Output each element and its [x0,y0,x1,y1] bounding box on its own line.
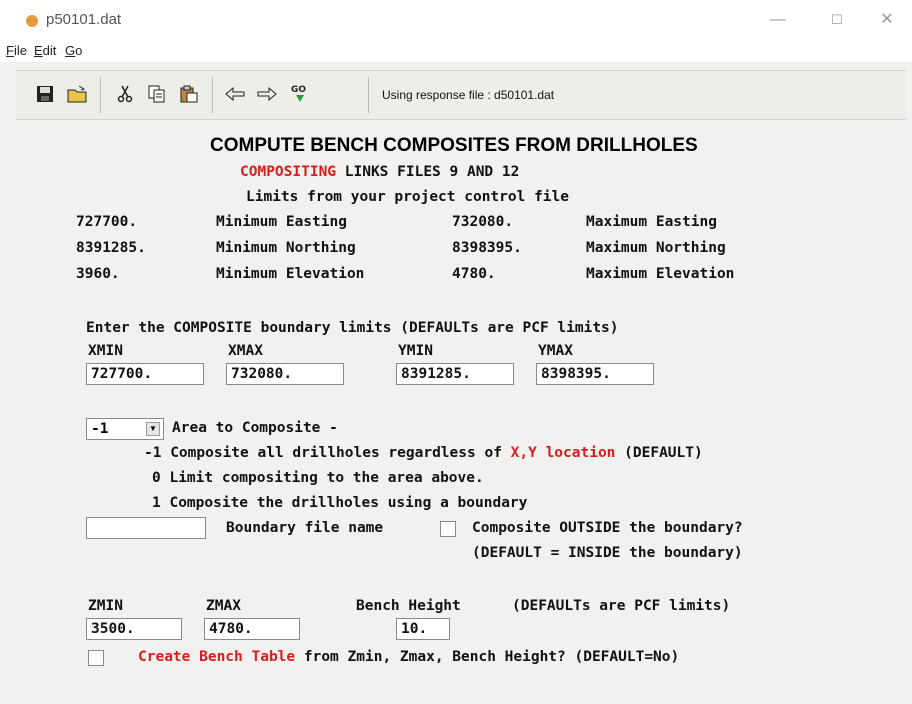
area-select-value: -1 [91,421,109,437]
menu-bar: File Edit Go [0,40,912,62]
svg-text:GO: GO [291,85,306,95]
xmax-input[interactable]: 732080. [226,363,344,385]
bench-height-input[interactable]: 10. [396,618,450,640]
ymax-label: YMAX [538,343,573,359]
xmin-label: XMIN [88,343,123,359]
menu-go[interactable]: Go [65,43,82,58]
pcf-max-northing-label: Maximum Northing [586,240,726,256]
pcf-max-easting: 732080. [452,214,514,230]
boundary-default-note: (DEFAULT = INSIDE the boundary) [472,545,743,561]
create-bench-table-rest: from Zmin, Zmax, Bench Height? (DEFAULT=… [295,649,680,665]
area-option-default: (DEFAULT) [615,445,703,461]
create-bench-table-label: Create Bench Table from Zmin, Zmax, Benc… [138,649,679,665]
boundary-file-label: Boundary file name [226,520,384,536]
create-bench-table-highlight: Create Bench Table [138,649,296,665]
area-to-composite-label: Area to Composite - [172,420,338,436]
toolbar-separator [368,77,369,113]
pcf-min-easting: 727700. [76,214,138,230]
title-bar: p50101.dat — ☐ ✕ [0,0,912,40]
minimize-button[interactable]: — [763,7,793,33]
pcf-max-easting-label: Maximum Easting [586,214,717,230]
pcf-min-elevation: 3960. [76,266,120,282]
bench-height-label: Bench Height [356,598,461,614]
create-bench-table-checkbox[interactable] [88,650,104,666]
subtitle: COMPOSITING LINKS FILES 9 AND 12 [240,164,519,180]
copy-icon[interactable] [144,81,170,107]
zmin-input[interactable]: 3500. [86,618,182,640]
pcf-min-northing: 8391285. [76,240,146,256]
zmax-input[interactable]: 4780. [204,618,300,640]
maximize-button[interactable]: ☐ [822,7,852,33]
area-option-zero: 0 Limit compositing to the area above. [152,470,484,486]
boundary-file-input[interactable] [86,517,206,539]
xmax-label: XMAX [228,343,263,359]
zmin-label: ZMIN [88,598,123,614]
close-button[interactable]: ✕ [872,7,902,33]
forward-arrow-icon[interactable] [254,81,280,107]
save-icon[interactable] [32,81,58,107]
pcf-max-elevation-label: Maximum Elevation [586,266,735,282]
zmax-label: ZMAX [206,598,241,614]
area-option-highlight: X,Y location [510,445,616,461]
page-title: COMPUTE BENCH COMPOSITES FROM DRILLHOLES [210,135,698,156]
pcf-max-elevation: 4780. [452,266,496,282]
area-option-one: 1 Composite the drillholes using a bound… [152,495,528,511]
open-folder-icon[interactable] [64,81,90,107]
pcf-min-northing-label: Minimum Northing [216,240,356,256]
cut-icon[interactable] [112,81,138,107]
pcf-max-northing: 8398395. [452,240,522,256]
go-icon[interactable]: GO [288,81,314,107]
subtitle-rest: LINKS FILES 9 AND 12 [336,164,520,180]
ymin-label: YMIN [398,343,433,359]
paste-icon[interactable] [176,81,202,107]
chevron-down-icon[interactable]: ▼ [146,422,160,436]
xmin-input[interactable]: 727700. [86,363,204,385]
composite-limits-prompt: Enter the COMPOSITE boundary limits (DEF… [86,320,619,336]
toolbar-separator [100,77,101,113]
bench-defaults-note: (DEFAULTs are PCF limits) [512,598,731,614]
pcf-min-elevation-label: Minimum Elevation [216,266,365,282]
outside-boundary-checkbox[interactable] [440,521,456,537]
outside-boundary-label: Composite OUTSIDE the boundary? [472,520,743,536]
subtitle-highlight: COMPOSITING [240,164,337,180]
ymax-input[interactable]: 8398395. [536,363,654,385]
toolbar-separator [212,77,213,113]
area-option-minus-one: -1 Composite all drillholes regardless o… [144,445,703,461]
menu-file[interactable]: File [6,43,27,58]
app-icon [26,15,38,27]
back-arrow-icon[interactable] [222,81,248,107]
ymin-input[interactable]: 8391285. [396,363,514,385]
window-title: p50101.dat [46,11,122,28]
menu-edit[interactable]: Edit [34,43,56,58]
area-option-minus-one-text: -1 Composite all drillholes regardless o… [144,445,511,461]
pcf-limits-heading: Limits from your project control file [246,189,570,205]
area-to-composite-select[interactable]: -1 ▼ [86,418,164,440]
response-file-status: Using response file : d50101.dat [382,88,555,102]
pcf-min-easting-label: Minimum Easting [216,214,347,230]
